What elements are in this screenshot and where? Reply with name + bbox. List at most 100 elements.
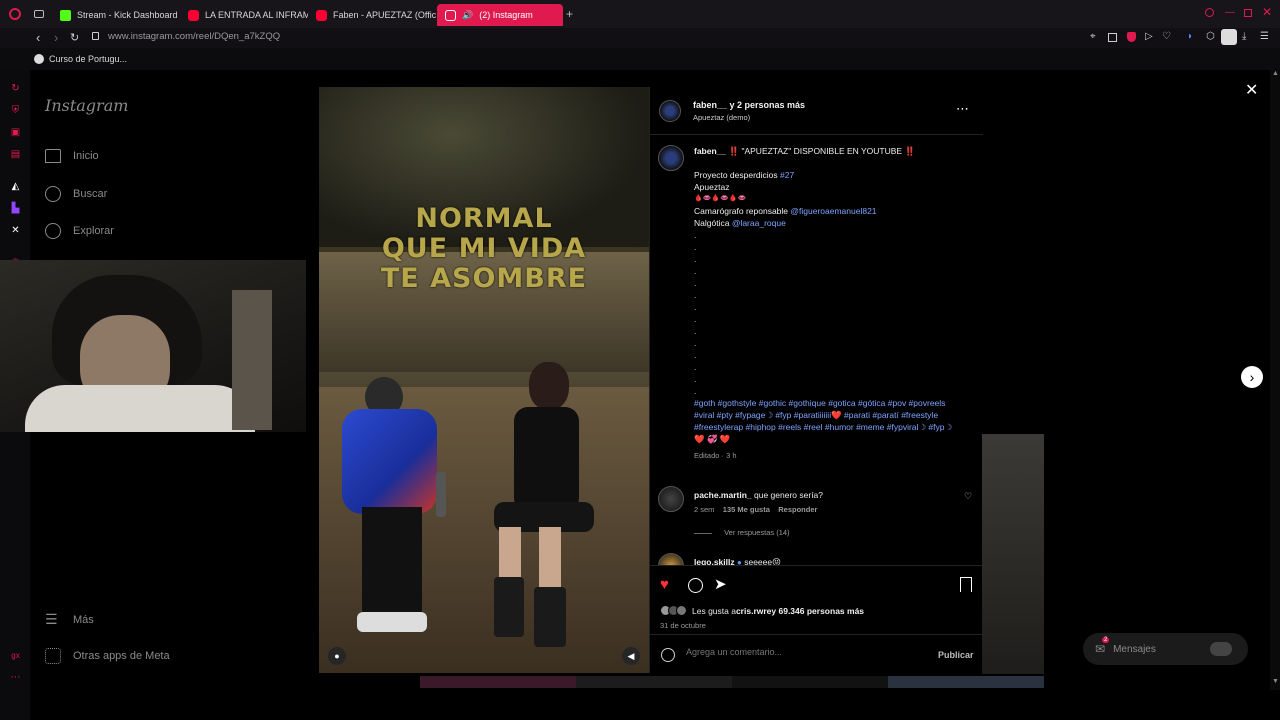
wallet-icon[interactable]: ⛨: [10, 105, 21, 116]
emoji-icon[interactable]: [661, 648, 675, 662]
opera-menu-icon[interactable]: [9, 8, 21, 20]
gx-icon[interactable]: gx: [10, 650, 21, 661]
author-avatar[interactable]: [659, 100, 681, 122]
thumbnail: [732, 676, 888, 688]
play-icon[interactable]: ▷: [1145, 31, 1153, 42]
messages-badge: 2: [1102, 637, 1110, 643]
comment-reply[interactable]: Responder: [778, 505, 817, 514]
nav-more[interactable]: ☰ Más: [45, 611, 94, 628]
likes-summary: Les gusta a cris.rwre y 69.346 personas …: [660, 605, 864, 616]
thumbnail: [420, 676, 576, 688]
tab-youtube-2[interactable]: Faben - APUEZTAZ (Offic: [308, 4, 436, 26]
compass-icon: [45, 223, 61, 239]
snapshot-icon[interactable]: [1108, 33, 1117, 42]
caption-line: Proyecto desperdicios: [694, 170, 780, 180]
comment-like-icon[interactable]: ♡: [964, 491, 972, 502]
header-audio[interactable]: Apueztaz (demo): [693, 113, 805, 122]
back-icon[interactable]: ‹: [36, 30, 40, 45]
tab-youtube-1[interactable]: LA ENTRADA AL INFRAM: [180, 4, 308, 26]
page-scrollbar[interactable]: ▲ ▼: [1270, 70, 1280, 690]
header-user[interactable]: faben__ y 2 personas más: [693, 100, 805, 110]
post-panel: faben__ y 2 personas más Apueztaz (demo)…: [649, 87, 983, 673]
speaker-icon[interactable]: 🔊: [462, 10, 473, 21]
video-bottle: [436, 472, 446, 517]
comment-icon[interactable]: [688, 578, 703, 593]
easy-setup-icon[interactable]: ☰: [1260, 31, 1269, 42]
maximize-icon[interactable]: [1244, 9, 1252, 17]
mention-link[interactable]: @laraa_roque: [732, 218, 786, 228]
caption-dots: ..............: [694, 230, 697, 396]
tab-kick[interactable]: Stream - Kick Dashboard: [52, 4, 180, 26]
scroll-down-icon[interactable]: ▼: [1272, 678, 1279, 685]
twitch-icon[interactable]: ▙: [10, 203, 21, 214]
likes-user[interactable]: cris.rwre: [736, 606, 771, 616]
instagram-logo[interactable]: Instagram: [45, 96, 128, 115]
post-caption: faben__ ‼️ "APUEZTAZ" DISPONIBLE EN YOUT…: [694, 145, 964, 462]
messages-button[interactable]: ✉ 2 Mensajes: [1083, 633, 1248, 665]
likes-suffix[interactable]: y 69.346 personas más: [771, 606, 864, 616]
url-field[interactable]: www.instagram.com/reel/DQen_a7kZQQ: [108, 31, 280, 42]
player-icon[interactable]: ▤: [10, 149, 21, 160]
shield-icon[interactable]: [1127, 32, 1136, 42]
mention-link[interactable]: @figueroaemanuel821: [790, 206, 876, 216]
profile-avatar[interactable]: [1221, 29, 1237, 45]
user-tag-icon[interactable]: ●: [328, 647, 346, 665]
pin-icon[interactable]: ⌖: [1090, 31, 1096, 42]
caption-hashtags[interactable]: #goth #gothstyle #gothic #gothique #goti…: [694, 397, 964, 445]
video-overlay-text: NORMAL QUE MI VIDA TE ASOMBRE: [380, 203, 588, 294]
search-tabs-icon[interactable]: [1205, 8, 1214, 17]
x-icon[interactable]: ✕: [10, 225, 21, 236]
thumbnail: [576, 676, 732, 688]
tab-label: Stream - Kick Dashboard: [77, 10, 178, 20]
like-icon[interactable]: ♥: [660, 577, 669, 593]
save-icon[interactable]: [960, 577, 972, 592]
reload-icon[interactable]: ↻: [70, 31, 79, 44]
comment-age: 2 sem: [694, 505, 715, 514]
ai-icon[interactable]: ↻: [10, 83, 21, 94]
search-icon: [45, 186, 61, 202]
home-icon: [45, 149, 61, 163]
share-icon[interactable]: ➤: [714, 577, 727, 593]
video-person-right: [484, 362, 604, 652]
nav-meta-apps[interactable]: Otras apps de Meta: [45, 648, 170, 664]
browser-tabbar: Stream - Kick Dashboard LA ENTRADA AL IN…: [0, 0, 1280, 28]
address-bar: ‹ › ↻ www.instagram.com/reel/DQen_a7kZQQ…: [0, 28, 1280, 48]
close-modal-icon[interactable]: ✕: [1245, 80, 1258, 100]
post-header: faben__ y 2 personas más Apueztaz (demo)…: [650, 87, 983, 135]
download-icon[interactable]: ⤓: [1242, 31, 1246, 42]
caption-user[interactable]: faben__: [694, 146, 726, 156]
caption-line: Camarógrafo reponsable: [694, 206, 791, 216]
nav-home[interactable]: Inicio: [45, 149, 99, 163]
forward-icon[interactable]: ›: [54, 30, 58, 45]
chat-icon[interactable]: ▣: [10, 127, 21, 138]
minimize-icon[interactable]: —: [1225, 7, 1235, 18]
new-tab-icon[interactable]: +: [566, 7, 573, 21]
next-post-button[interactable]: ›: [1241, 366, 1263, 388]
view-replies[interactable]: Ver respuestas (14): [694, 528, 944, 537]
aria-icon[interactable]: ◗: [1187, 31, 1193, 42]
tab-manager-icon[interactable]: [34, 10, 44, 18]
extensions-icon[interactable]: ⬡: [1206, 31, 1215, 42]
publish-button[interactable]: Publicar: [938, 650, 974, 660]
mute-icon[interactable]: ◀: [622, 647, 640, 665]
nav-explore[interactable]: Explorar: [45, 223, 114, 239]
tab-instagram[interactable]: 🔊 (2) Instagram: [437, 4, 563, 26]
background-post-thumbnail: [982, 434, 1044, 674]
close-window-icon[interactable]: ✕: [1262, 5, 1272, 19]
comment-text: que genero sería?: [754, 490, 824, 500]
artstation-icon[interactable]: ◭: [10, 181, 21, 192]
comment-user[interactable]: pache.martin_: [694, 490, 752, 500]
nav-search[interactable]: Buscar: [45, 186, 107, 202]
caption-avatar[interactable]: [658, 145, 684, 171]
bookmark-item[interactable]: Curso de Portugu...: [49, 54, 127, 64]
reel-video[interactable]: NORMAL QUE MI VIDA TE ASOMBRE ● ◀: [319, 87, 649, 673]
comment-likes[interactable]: 135 Me gusta: [723, 505, 770, 514]
hashtag-link[interactable]: #27: [780, 170, 794, 180]
more-options-icon[interactable]: ⋯: [956, 101, 969, 117]
heart-icon[interactable]: ♡: [1162, 31, 1171, 42]
comment-input[interactable]: [686, 647, 916, 657]
more-icon[interactable]: ⋯: [10, 672, 21, 683]
post-date[interactable]: 31 de octubre: [660, 621, 706, 630]
comment-avatar[interactable]: [658, 486, 684, 512]
scroll-up-icon[interactable]: ▲: [1272, 70, 1279, 77]
